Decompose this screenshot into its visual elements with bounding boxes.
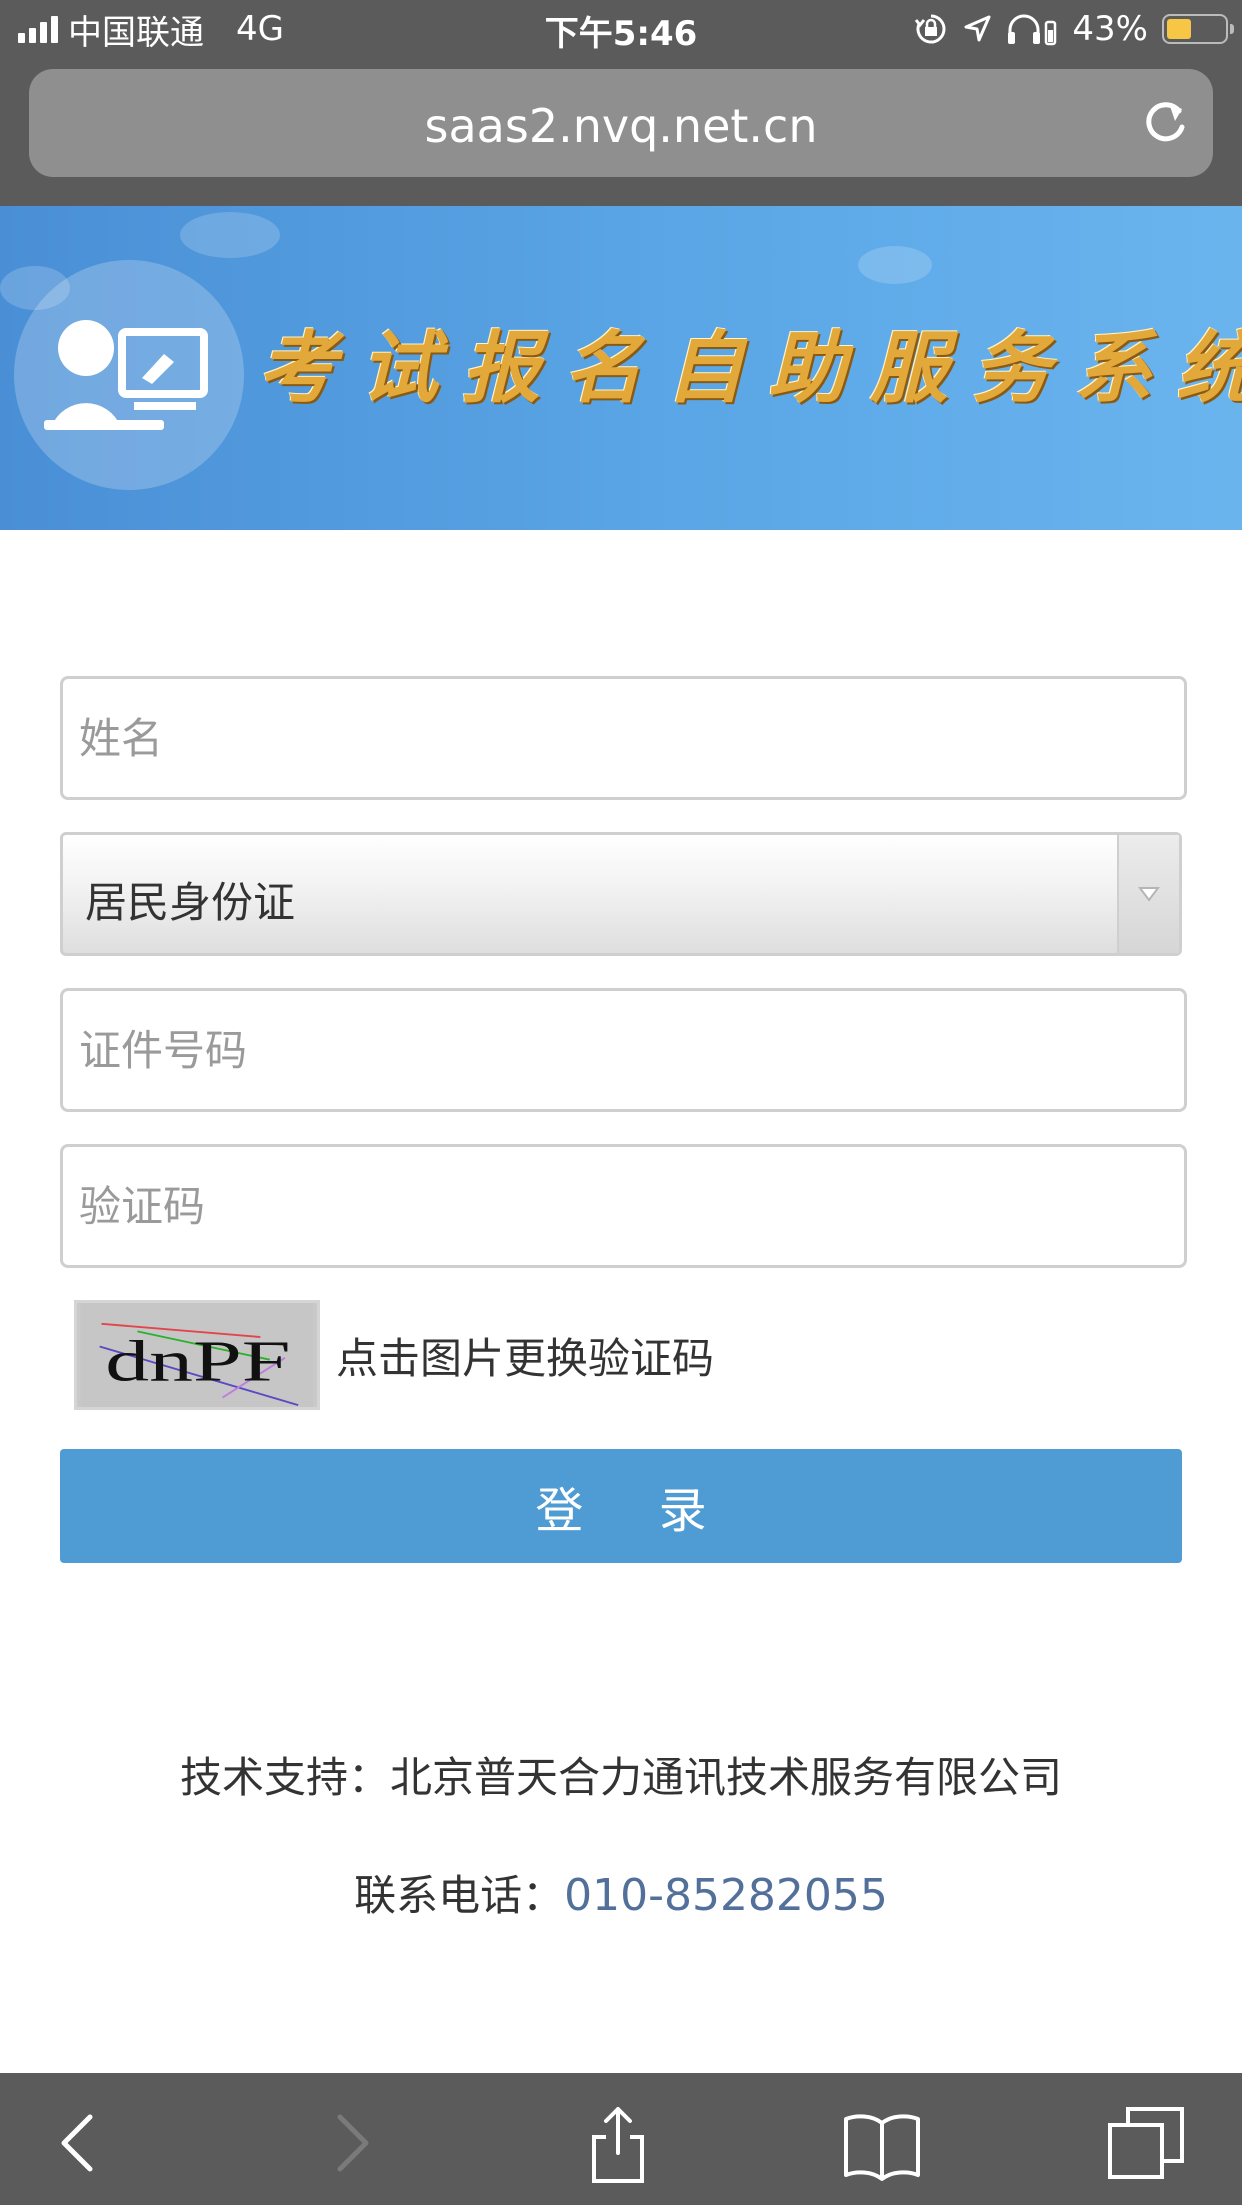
captcha-row: dnPF 点击图片更换验证码	[74, 1300, 714, 1410]
status-right: 43%	[914, 6, 1234, 52]
location-icon	[964, 15, 991, 42]
battery-fill	[1167, 19, 1191, 39]
banner-cloud	[858, 246, 932, 284]
id-type-selected[interactable]: 居民身份证	[85, 869, 295, 930]
name-field[interactable]	[60, 676, 1187, 800]
name-input[interactable]	[63, 679, 1184, 797]
tabs-icon[interactable]	[1106, 2103, 1186, 2183]
address-bar[interactable]: saas2.nvq.net.cn	[29, 69, 1213, 177]
captcha-text: dnPF	[105, 1329, 290, 1394]
contact-phone-link[interactable]: 010-85282055	[564, 1870, 888, 1921]
captcha-field[interactable]	[60, 1144, 1187, 1268]
captcha-refresh-hint[interactable]: 点击图片更换验证码	[336, 1325, 714, 1386]
reload-icon[interactable]	[1139, 97, 1191, 149]
battery-percent: 43%	[1072, 9, 1148, 49]
forward-icon[interactable]	[312, 2103, 392, 2183]
id-number-field[interactable]	[60, 988, 1187, 1112]
browser-url-area: saas2.nvq.net.cn	[0, 56, 1242, 206]
orientation-lock-icon	[915, 14, 946, 44]
headphones-icon	[1008, 14, 1057, 46]
back-icon[interactable]	[38, 2103, 118, 2183]
id-number-input[interactable]	[63, 991, 1184, 1109]
contact-label: 联系电话：	[354, 1871, 565, 1920]
address-url[interactable]: saas2.nvq.net.cn	[29, 99, 1213, 153]
banner-cloud	[180, 212, 280, 258]
tech-support-text: 技术支持：北京普天合力通讯技术服务有限公司	[179, 1753, 1062, 1802]
login-button[interactable]: 登 录	[60, 1449, 1182, 1563]
user-computer-icon	[44, 320, 208, 430]
battery-icon	[1162, 14, 1234, 44]
share-icon[interactable]	[578, 2103, 658, 2183]
header-banner: 考试报名自助服务系统	[0, 206, 1242, 530]
bookmarks-icon[interactable]	[842, 2103, 922, 2183]
status-bar: 中国联通 4G 下午5:46 43%	[0, 0, 1242, 56]
browser-toolbar	[0, 2073, 1242, 2205]
banner-avatar	[14, 260, 244, 490]
captcha-input[interactable]	[63, 1147, 1184, 1265]
contact-line: 联系电话：010-85282055	[0, 1862, 1242, 1923]
id-type-select[interactable]: 居民身份证	[60, 832, 1182, 956]
chevron-down-icon[interactable]	[1117, 835, 1179, 953]
captcha-image[interactable]: dnPF	[74, 1300, 320, 1410]
banner-title: 考试报名自助服务系统	[258, 323, 1242, 414]
